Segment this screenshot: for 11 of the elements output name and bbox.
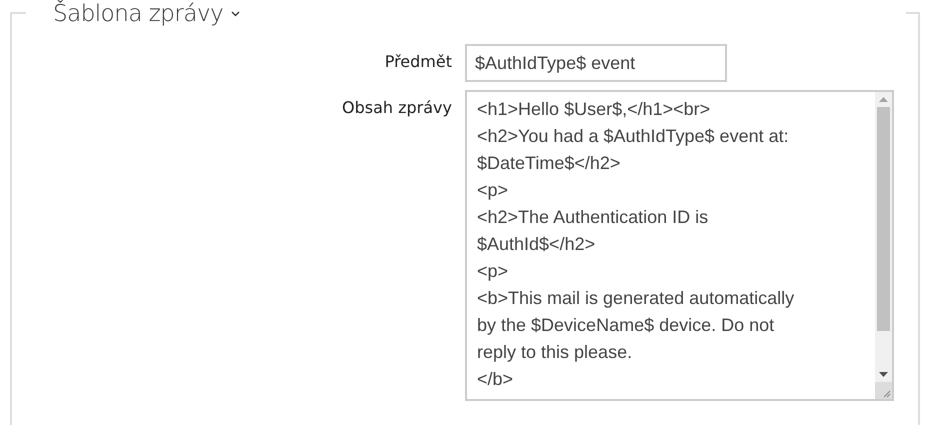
section-title: Šablona zprávy bbox=[53, 1, 224, 27]
scroll-up-icon[interactable] bbox=[879, 97, 888, 102]
message-body-text: <h1>Hello $User$,</h1><br> <h2>You had a $AuthIdType$ event at: $DateTime$</h2> <p> <h2>The Authentication ID is $AuthId$</h2> <p> <b>This mail is generated automatically by the $DeviceName$ device. Do not reply to this please. </b> bbox=[476, 98, 796, 391]
field-label: Obsah zprávy bbox=[341, 97, 453, 117]
scroll-down-icon[interactable] bbox=[879, 372, 888, 377]
message-body-field[interactable] bbox=[465, 90, 894, 401]
resize-grip-icon[interactable] bbox=[875, 382, 892, 399]
scrollbar[interactable] bbox=[875, 92, 892, 399]
scrollbar-thumb[interactable] bbox=[877, 107, 890, 331]
field-label: Předmět bbox=[384, 51, 453, 71]
subject-input[interactable]: $AuthIdType$ event bbox=[465, 44, 727, 82]
